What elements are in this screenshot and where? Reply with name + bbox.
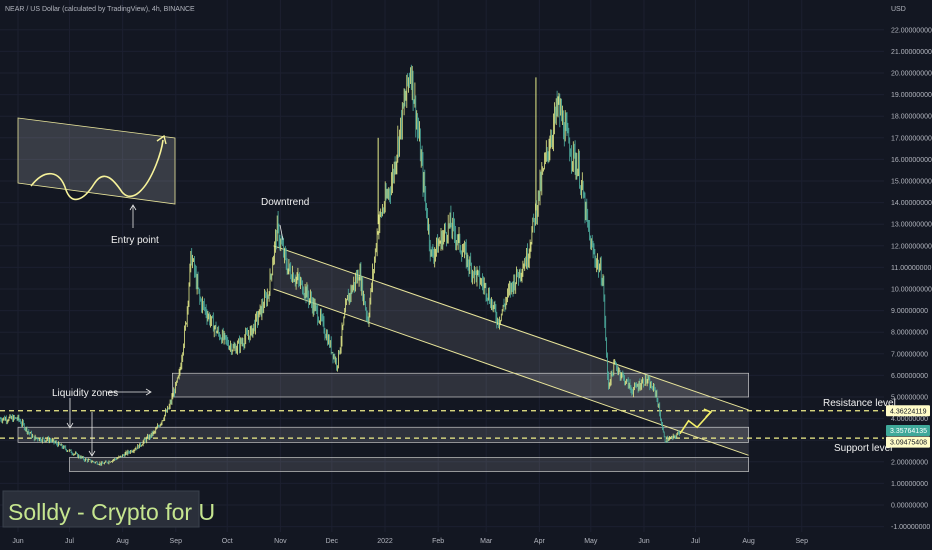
x-tick-label: Aug [742, 538, 755, 545]
y-tick-label: 2.00000000 [891, 459, 928, 466]
y-tick-label: 7.00000000 [891, 351, 928, 358]
chart-title: NEAR / US Dollar (calculated by TradingV… [5, 6, 195, 13]
x-tick-label: Mar [480, 538, 493, 545]
y-tick-label: 20.00000000 [891, 71, 932, 78]
y-tick-label: 12.00000000 [891, 243, 932, 250]
y-tick-label: 13.00000000 [891, 222, 932, 229]
y-tick-label: 5.00000000 [891, 395, 928, 402]
annotation-entry-point: Entry point [111, 235, 159, 246]
price-chart[interactable]: NEAR / US Dollar (calculated by TradingV… [0, 0, 932, 550]
annotation-downtrend: Downtrend [261, 197, 309, 208]
level-tag-value: 3.35764135 [890, 428, 927, 435]
annotation-support: Support level [834, 443, 892, 454]
y-tick-label: 18.00000000 [891, 114, 932, 121]
x-tick-label: Aug [116, 538, 129, 545]
y-tick-label: 0.00000000 [891, 503, 928, 510]
watermark-box: Solldy - Crypto for U [2, 490, 215, 528]
x-tick-label: Jul [691, 538, 700, 545]
x-tick-label: 2022 [377, 538, 393, 545]
y-tick-label: -1.00000000 [891, 524, 930, 531]
x-tick-label: Jul [65, 538, 74, 545]
y-tick-label: 14.00000000 [891, 200, 932, 207]
y-tick-label: 19.00000000 [891, 92, 932, 99]
y-tick-label: 22.00000000 [891, 27, 932, 34]
level-tag-value: 3.09475408 [890, 440, 927, 447]
y-tick-label: 8.00000000 [891, 330, 928, 337]
x-tick-label: Jun [12, 538, 23, 545]
x-tick-label: Dec [326, 538, 339, 545]
currency-label: USD [891, 6, 906, 13]
x-tick-label: Feb [432, 538, 444, 545]
y-tick-label: 6.00000000 [891, 373, 928, 380]
y-tick-label: 11.00000000 [891, 265, 931, 272]
x-tick-label: Sep [170, 538, 183, 545]
watermark-text: Solldy - Crypto for U [8, 499, 215, 525]
x-tick-label: Nov [274, 538, 287, 545]
level-tags: 4.36224119 3.35764135 3.09475408 [886, 405, 930, 448]
x-tick-label: Apr [534, 538, 546, 545]
y-tick-label: 9.00000000 [891, 308, 928, 315]
x-tick-label: Jun [638, 538, 649, 545]
x-tick-label: Sep [796, 538, 809, 545]
y-tick-label: 1.00000000 [891, 481, 928, 488]
y-tick-label: 21.00000000 [891, 49, 932, 56]
annotation-resistance: Resistance level [823, 398, 896, 409]
y-tick-label: 17.00000000 [891, 135, 932, 142]
level-tag-value: 4.36224119 [890, 408, 927, 415]
x-tick-label: May [584, 538, 598, 545]
y-tick-label: 15.00000000 [891, 179, 932, 186]
y-tick-label: 16.00000000 [891, 157, 932, 164]
liquidity-zone [69, 457, 749, 472]
y-tick-label: 4.00000000 [891, 416, 928, 423]
x-tick-label: Oct [222, 538, 233, 545]
liquidity-zone [17, 426, 749, 443]
annotation-liquidity-zones: Liquidity zones [52, 388, 118, 399]
y-tick-label: 10.00000000 [891, 287, 932, 294]
